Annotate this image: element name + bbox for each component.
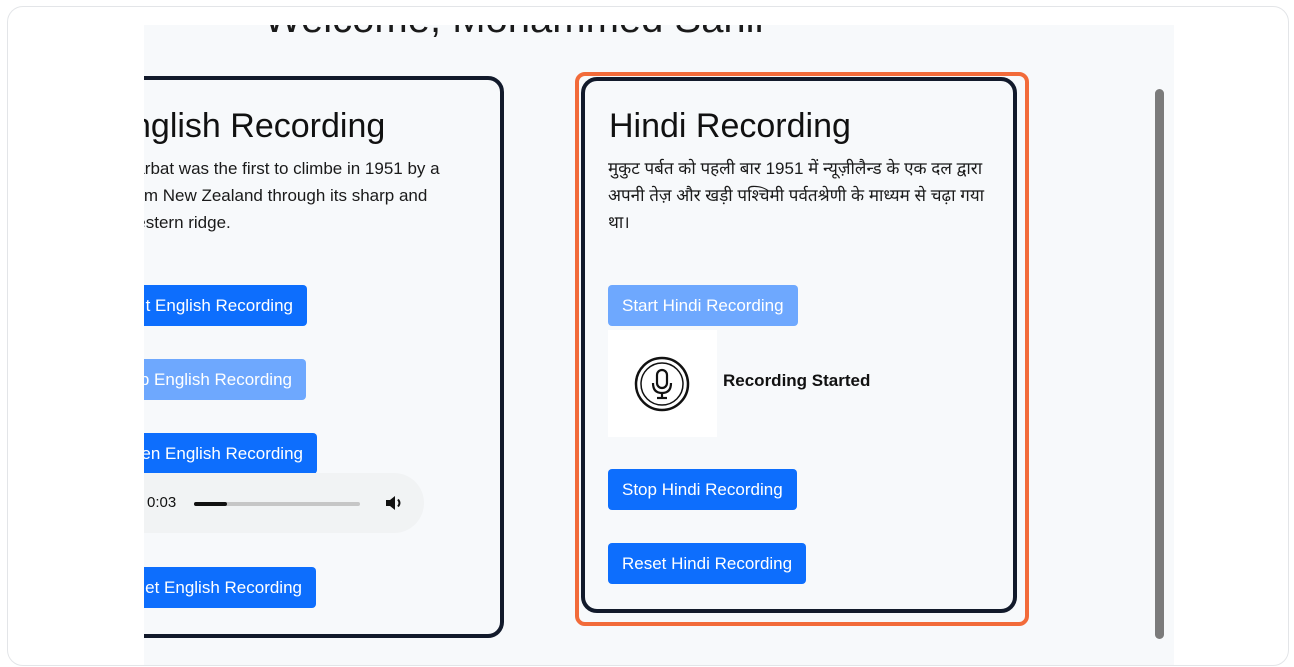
audio-time: 0:03 [147, 494, 177, 511]
stop-hindi-recording-button[interactable]: Stop Hindi Recording [608, 469, 797, 510]
reset-hindi-recording-button[interactable]: Reset Hindi Recording [608, 543, 807, 584]
page-viewport: Welcome, Mohammed Sahil nglish Recording… [144, 25, 1174, 665]
hindi-card-text: मुकुट पर्बत को पहली बार 1951 में न्यूज़ी… [608, 159, 985, 232]
audio-progress-track[interactable] [194, 502, 360, 506]
volume-icon[interactable] [384, 493, 406, 513]
recording-status-text: Recording Started [723, 371, 871, 390]
browser-frame: Welcome, Mohammed Sahil nglish Recording… [7, 6, 1289, 666]
microphone-icon [634, 356, 690, 412]
english-card-text: Parbat was the first to climbe in 1951 b… [144, 159, 440, 232]
vertical-scrollbar[interactable] [1155, 89, 1164, 639]
reset-english-recording-button[interactable]: et English Recording [144, 567, 316, 608]
start-hindi-recording-button[interactable]: Start Hindi Recording [608, 285, 798, 326]
hindi-card-title: Hindi Recording [609, 107, 851, 145]
audio-progress-fill [194, 502, 228, 506]
recording-indicator [608, 330, 717, 437]
english-audio-player[interactable]: 0:03 [144, 473, 424, 533]
english-card-title: nglish Recording [144, 107, 386, 145]
welcome-heading: Welcome, Mohammed Sahil [264, 25, 763, 42]
stop-english-recording-button[interactable]: p English Recording [144, 359, 306, 400]
listen-english-recording-button[interactable]: en English Recording [144, 433, 317, 474]
start-english-recording-button[interactable]: t English Recording [144, 285, 307, 326]
